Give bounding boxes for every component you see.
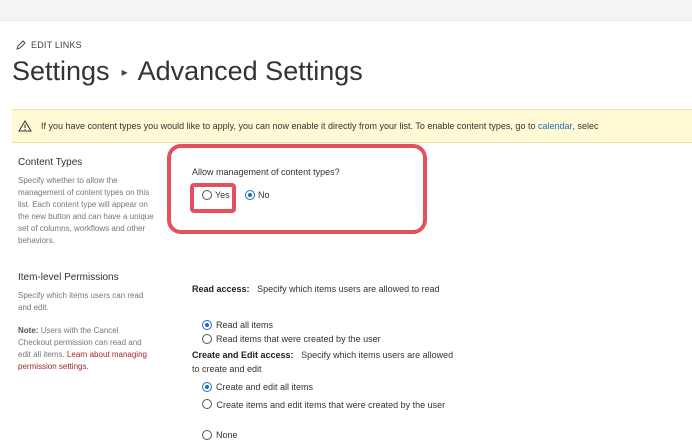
read-access-description: Read access: Specify which items users a… — [192, 282, 458, 296]
banner-text: If you have content types you would like… — [41, 121, 536, 131]
read-all-items-label: Read all items — [216, 320, 274, 330]
read-access-label: Read access: — [192, 284, 250, 294]
edit-all-items-option[interactable]: Create and edit all items — [202, 382, 313, 392]
edit-all-items-radio[interactable] — [202, 382, 212, 392]
read-own-items-radio[interactable] — [202, 334, 212, 344]
item-permissions-description: Specify which items users can read and e… — [18, 291, 144, 312]
edit-own-items-option[interactable]: Create items and edit items that were cr… — [202, 398, 472, 412]
edit-access-description: Create and Edit access: Specify which it… — [192, 348, 458, 376]
read-access-text: Specify which items users are allowed to… — [257, 284, 440, 294]
read-own-items-label: Read items that were created by the user — [216, 334, 381, 344]
breadcrumb-advanced-settings: Advanced Settings — [137, 56, 363, 86]
read-all-items-option[interactable]: Read all items — [202, 320, 273, 330]
read-all-items-radio[interactable] — [202, 320, 212, 330]
edit-links-label: EDIT LINKS — [31, 40, 82, 50]
pencil-icon — [16, 40, 26, 50]
edit-links[interactable]: EDIT LINKS — [16, 40, 82, 50]
edit-own-items-radio[interactable] — [202, 399, 212, 409]
item-permissions-title: Item-level Permissions — [18, 272, 119, 283]
info-banner: If you have content types you would like… — [12, 109, 692, 143]
content-types-description: Specify whether to allow the management … — [18, 176, 154, 245]
edit-none-radio[interactable] — [202, 430, 212, 440]
note-label: Note: — [18, 326, 39, 335]
edit-all-items-label: Create and edit all items — [216, 382, 314, 392]
warning-icon — [18, 120, 32, 132]
edit-none-option[interactable]: None — [202, 430, 238, 440]
edit-access-label: Create and Edit access: — [192, 350, 294, 360]
edit-none-label: None — [216, 430, 238, 440]
top-bar — [0, 0, 692, 21]
highlight-box-yes — [190, 183, 236, 213]
banner-suffix: , selec — [572, 121, 599, 131]
breadcrumb-separator-icon: ▸ — [121, 64, 128, 79]
page-title: Settings ▸ Advanced Settings — [12, 56, 363, 87]
edit-own-items-label: Create items and edit items that were cr… — [216, 400, 446, 410]
breadcrumb-settings[interactable]: Settings — [12, 56, 110, 87]
item-permissions-note: Note: Users with the Cancel Checkout per… — [18, 325, 154, 373]
read-own-items-option[interactable]: Read items that were created by the user — [202, 334, 381, 344]
content-types-title: Content Types — [18, 157, 83, 168]
banner-calendar-link[interactable]: calendar — [538, 121, 573, 131]
